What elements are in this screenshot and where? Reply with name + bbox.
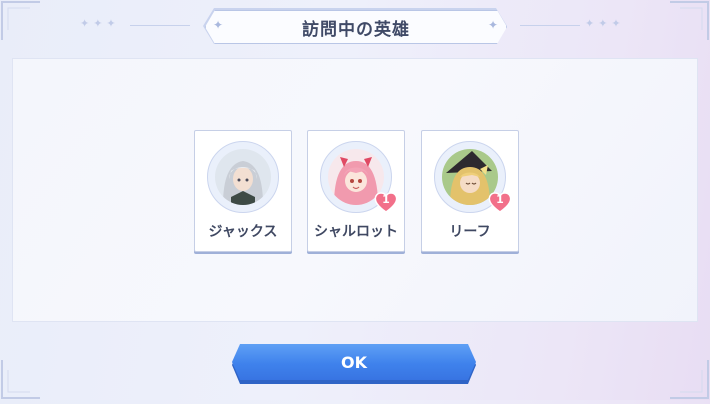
corner-ornament-top-left — [0, 0, 60, 60]
hero-name: ジャックス — [208, 224, 278, 240]
star-icon: ✦ — [488, 18, 499, 32]
dialog-title-plate: 訪問中の英雄 — [205, 10, 507, 44]
title-line-right — [520, 25, 580, 26]
affinity-heart-badge: 1 — [374, 191, 398, 213]
hero-name: リーフ — [449, 224, 491, 240]
ok-button-wrapper: OK — [232, 344, 476, 384]
affinity-count: 1 — [382, 193, 390, 206]
corner-ornament-bottom-left — [0, 340, 60, 400]
hero-card-leaf[interactable]: 1 リーフ — [421, 130, 519, 252]
hero-card-charlotte[interactable]: 1 シャルロット — [307, 130, 405, 252]
sparkle-icon-left: ✦✦✦ — [80, 17, 120, 30]
hero-card-jax[interactable]: ジャックス — [194, 130, 292, 252]
ok-button-label: OK — [341, 352, 367, 372]
silver-haired-hero-portrait — [215, 149, 271, 205]
title-line-left — [130, 25, 190, 26]
corner-ornament-top-right — [650, 0, 710, 60]
affinity-count: 1 — [496, 193, 504, 206]
ok-button[interactable]: OK — [232, 344, 476, 380]
hero-name: シャルロット — [314, 224, 398, 240]
sparkle-icon-right: ✦✦✦ — [585, 17, 625, 30]
portrait-frame — [207, 141, 279, 213]
affinity-heart-badge: 1 — [488, 191, 512, 213]
corner-ornament-bottom-right — [650, 340, 710, 400]
dialog-title: 訪問中の英雄 — [302, 19, 410, 40]
star-icon: ✦ — [213, 18, 224, 32]
